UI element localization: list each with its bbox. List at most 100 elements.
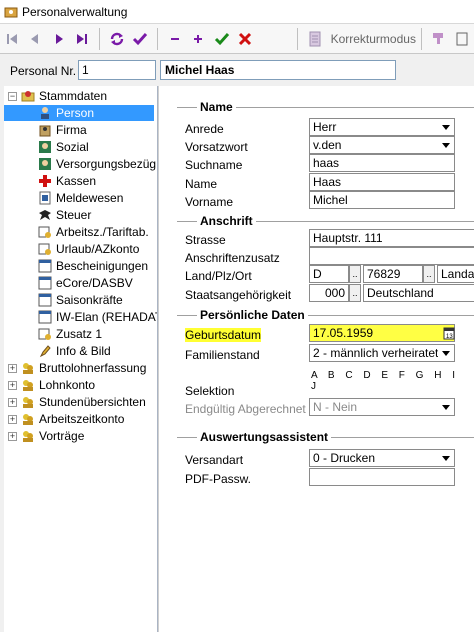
last-record-icon[interactable] [73,28,93,50]
ort-input[interactable]: Landau [437,265,474,283]
document-icon[interactable] [305,28,325,50]
minus-icon[interactable] [165,28,185,50]
land-lookup-button[interactable]: .. [349,265,361,283]
land-input[interactable]: D [309,265,349,283]
chevron-down-icon[interactable] [438,345,454,361]
tree-item-iw-elan[interactable]: IW-Elan (REHADAT [38,309,157,325]
chevron-down-icon[interactable] [438,137,454,153]
anrede-value: Herr [313,120,337,134]
plz-input[interactable]: 76829 [363,265,423,283]
calendar-picker-icon[interactable]: 13 [443,326,455,340]
tree-label: Bescheinigungen [56,259,149,273]
expand-icon[interactable]: + [8,397,17,407]
expand-icon[interactable]: + [8,363,17,373]
versandart-select[interactable]: 0 - Drucken [309,449,455,467]
tree-item-arbeitsz-tariftab[interactable]: Arbeitsz./Tariftab. [38,224,149,240]
tree-item-info-bild[interactable]: Info & Bild [38,343,111,359]
window-icon[interactable] [452,28,472,50]
tree-label: Lohnkonto [39,378,96,392]
abgerechnet-select[interactable]: N - Nein [309,398,455,416]
korrekturmodus-button[interactable]: Korrekturmodus [331,32,416,46]
stamp-icon[interactable] [429,28,449,50]
next-record-icon[interactable] [49,28,69,50]
tree-node-arbeitszeitkonto[interactable]: + Arbeitszeitkonto [8,411,124,427]
confirm-check-icon[interactable] [131,28,151,50]
vorsatzwort-select[interactable]: v.den [309,136,455,154]
tree-item-ecore-dasbv[interactable]: eCore/DASBV [38,275,133,291]
cancel-x-icon[interactable] [236,28,256,50]
chevron-down-icon[interactable] [438,119,454,135]
stammdaten-folder-icon [21,91,35,102]
name-input[interactable]: Haas [309,173,455,191]
personal-number-input[interactable]: 1 [78,60,156,80]
tree-label: eCore/DASBV [56,276,133,290]
staat-lookup-button[interactable]: .. [349,284,361,302]
tree-item-versorgungsbezuege[interactable]: Versorgungsbezüg [38,156,156,172]
land-plz-ort-label: Land/Plz/Ort [185,269,252,283]
calendar-clock-icon [38,243,51,255]
familienstand-value: 2 - männlich verheiratet [313,346,439,360]
calendar-icon [38,259,52,273]
expand-icon[interactable]: + [8,414,17,424]
geburtsdatum-input[interactable]: 17.05.1959 [309,324,455,342]
tree-label: Firma [56,123,87,137]
vorname-input[interactable]: Michel [309,191,455,209]
abgerechnet-label: Endgültig Abgerechnet [185,402,306,416]
tree-label: Steuer [56,208,92,222]
plus-icon[interactable] [189,28,209,50]
save-check-icon[interactable] [212,28,232,50]
anschriftenzusatz-input[interactable] [309,247,474,265]
tree-item-saisonkraefte[interactable]: Saisonkräfte [38,292,123,308]
tree-item-zusatz-1[interactable]: Zusatz 1 [38,326,102,342]
tree-node-lohnkonto[interactable]: + Lohnkonto [8,377,95,393]
chevron-down-icon[interactable] [438,399,454,415]
people-group-icon [23,363,33,374]
tree-item-sozial[interactable]: Sozial [38,139,89,155]
tree-label: Bruttolohnerfassung [39,361,147,375]
tree-item-urlaub-azkonto[interactable]: Urlaub/AZkonto [38,241,139,257]
tree-item-person[interactable]: Person [4,105,154,121]
expand-icon[interactable]: + [8,431,17,441]
refresh-icon[interactable] [107,28,127,50]
personal-number-label: Personal Nr. [10,64,77,78]
calendar-icon [38,276,52,290]
pdf-password-label: PDF-Passw. [185,472,252,486]
tree-node-stammdaten[interactable]: − Stammdaten [8,88,107,104]
section-name: Name [177,100,474,114]
strasse-input[interactable]: Hauptstr. 111 [309,229,474,247]
section-title: Auswertungsassistent [200,430,329,444]
tree-item-firma[interactable]: Firma [38,122,87,138]
toolbar-separator [157,27,159,50]
tree-item-bescheinigungen[interactable]: Bescheinigungen [38,258,148,274]
first-record-icon[interactable] [2,28,22,50]
tree-label: Saisonkräfte [56,293,123,307]
section-anschrift: Anschrift [177,214,474,228]
suchname-input[interactable]: haas [309,154,455,172]
tree-label: Arbeitsz./Tariftab. [56,225,149,239]
tree-item-steuer[interactable]: Steuer [38,207,91,223]
chevron-down-icon[interactable] [438,450,454,466]
tree-label: Person [56,106,95,120]
tree-node-vortraege[interactable]: + Vorträge [8,428,84,444]
vorsatzwort-label: Vorsatzwort [185,140,248,154]
tree-label: Stundenübersichten [39,395,146,409]
toolbar: Korrekturmodus [0,24,474,54]
expand-icon[interactable]: + [8,380,17,390]
tree-item-kassen[interactable]: Kassen [38,173,96,189]
tree-label: Sozial [56,140,89,154]
tree-node-bruttolohnerfassung[interactable]: + Bruttolohnerfassung [8,360,146,376]
vorsatzwort-value: v.den [313,138,342,152]
pdf-password-input[interactable] [309,468,455,486]
plz-lookup-button[interactable]: .. [423,265,435,283]
previous-record-icon[interactable] [26,28,46,50]
eagle-icon [39,210,51,220]
red-cross-icon [39,175,51,187]
tree-node-stundenuebersichten[interactable]: + Stundenübersichten [8,394,146,410]
staat-code-input[interactable]: 000 [309,284,349,302]
tree-label: Versorgungsbezüg [56,157,157,171]
anrede-select[interactable]: Herr [309,118,455,136]
tree-item-meldewesen[interactable]: Meldewesen [38,190,123,206]
tree-label: Kassen [56,174,97,188]
collapse-icon[interactable]: − [8,91,17,101]
familienstand-select[interactable]: 2 - männlich verheiratet [309,344,455,362]
